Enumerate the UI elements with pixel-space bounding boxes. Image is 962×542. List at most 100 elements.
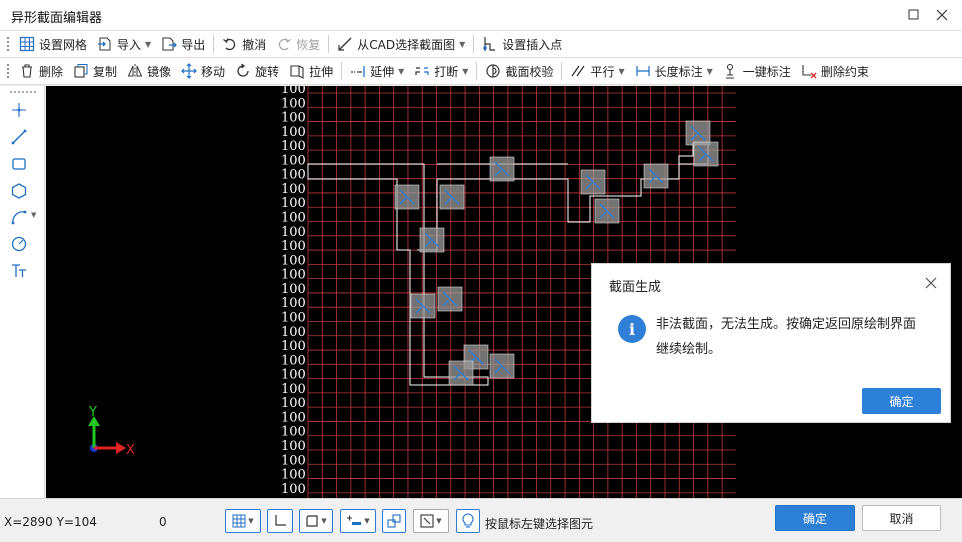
rotate-button[interactable]: 旋转 [230,60,284,82]
dimension-toggle-icon [347,515,362,525]
ruler-label: 100 [281,282,306,297]
cad-select-section-button[interactable]: 从CAD选择截面图 ▼ [332,33,470,55]
break-button[interactable]: 打断 ▼ [409,60,473,82]
break-icon [415,67,429,75]
delete-button[interactable]: 删除 [14,60,68,82]
extend-button[interactable]: 延伸 ▼ [345,60,409,82]
draw-tools-panel: ▼ [0,86,45,498]
ruler-label: 100 [281,182,306,197]
select-mode-icon [420,514,434,528]
constraint-marker [580,169,606,195]
select-mode-button[interactable]: ▼ [413,509,449,533]
import-button[interactable]: 导入 ▼ [92,33,156,55]
constraint-marker [439,184,465,210]
set-insert-point-button[interactable]: 设置插入点 [477,33,567,55]
overlap-toggle-button[interactable] [382,509,406,533]
ruler-label: 100 [281,339,306,354]
length-dimension-button[interactable]: 长度标注 ▼ [630,60,718,82]
auto-dimension-button[interactable]: 一键标注 [718,60,796,82]
ruler-label: 100 [281,296,306,311]
chevron-down-icon[interactable]: ▼ [31,211,36,219]
ortho-toggle-button[interactable] [267,509,293,533]
dimension-icon [636,66,650,76]
undo-button[interactable]: 撤消 [217,33,271,55]
parallel-icon [571,65,585,77]
circle-tool[interactable] [8,233,30,255]
grid-toggle-button[interactable]: ▼ [225,509,261,533]
constraint-marker [394,184,420,210]
ruler-label: 100 [281,368,306,383]
stretch-button[interactable]: 拉伸 [284,60,338,82]
maximize-button[interactable] [902,4,926,26]
mirror-button[interactable]: 镜像 [122,60,176,82]
axis-indicator: Y X [88,405,135,458]
mirror-icon [127,64,143,78]
ruler-labels: 1001001001001001001001001001001001001001… [281,86,306,497]
dialog-ok-button[interactable]: 确定 [862,388,941,414]
dialog-message: 非法截面，无法生成。按确定返回原绘制界面继续绘制。 [656,317,917,357]
ruler-label: 100 [281,353,306,368]
toolbar-grip[interactable] [6,36,10,52]
rectangle-tool[interactable] [8,153,30,175]
circle-icon [11,236,27,252]
stretch-icon [290,65,304,79]
grid-icon [232,514,246,528]
ruler-label: 100 [281,268,306,283]
ruler-label: 100 [281,111,306,126]
title-bar: 异形截面编辑器 [0,0,962,31]
constraint-marker [594,198,620,224]
move-icon [181,63,197,79]
panel-grip[interactable] [9,91,37,93]
ruler-label: 100 [281,225,306,240]
copy-button[interactable]: 复制 [68,60,122,82]
toolbar-grip[interactable] [6,63,10,79]
export-button[interactable]: 导出 [156,33,210,55]
snap-toggle-button[interactable]: ▼ [299,509,333,533]
toolbar-separator [341,62,343,80]
ruler-label: 100 [281,382,306,397]
ruler-label: 100 [281,468,306,483]
ruler-label: 100 [281,139,306,154]
set-grid-button[interactable]: 设置网格 [14,33,92,55]
redo-button[interactable]: 恢复 [271,33,325,55]
arc-tool[interactable]: ▼ [8,206,36,228]
arc-icon [11,210,27,225]
chevron-down-icon: ▼ [248,517,254,525]
chevron-down-icon: ▼ [436,517,442,525]
text-tool[interactable] [8,260,30,282]
move-button[interactable]: 移动 [176,60,230,82]
polygon-tool[interactable] [8,180,30,202]
ruler-label: 100 [281,211,306,226]
section-check-button[interactable]: 截面校验 [480,60,558,82]
ok-button[interactable]: 确定 [775,505,855,531]
dialog-close-button[interactable] [922,274,940,292]
point-tool[interactable] [8,99,30,121]
close-button[interactable] [930,4,954,26]
lightbulb-icon [462,513,474,528]
x-axis-label: X [126,443,135,458]
info-icon: i [618,315,646,343]
toolbar-separator [476,62,478,80]
ruler-label: 100 [281,439,306,454]
window-title: 异形截面编辑器 [11,11,103,26]
chevron-down-icon: ▼ [364,517,370,525]
ruler-label: 100 [281,196,306,211]
line-tool[interactable] [8,126,30,148]
undo-icon [223,38,236,51]
ruler-label: 100 [281,425,306,440]
ruler-label: 100 [281,396,306,411]
rectangle-icon [12,158,26,170]
dimension-toggle-button[interactable]: ▼ [340,509,376,533]
constraint-marker [448,360,474,386]
parallel-button[interactable]: 平行 ▼ [565,60,629,82]
delete-constraint-button[interactable]: 删除约束 [796,60,874,82]
cancel-button[interactable]: 取消 [862,505,941,531]
status-value: 0 [159,515,167,529]
ruler-label: 100 [281,168,306,183]
toolbar-separator [561,62,563,80]
overlap-icon [387,514,401,528]
maximize-icon [908,9,919,20]
constraint-marker [685,120,711,146]
chevron-down-icon: ▼ [145,39,152,49]
hint-button[interactable] [456,509,480,533]
